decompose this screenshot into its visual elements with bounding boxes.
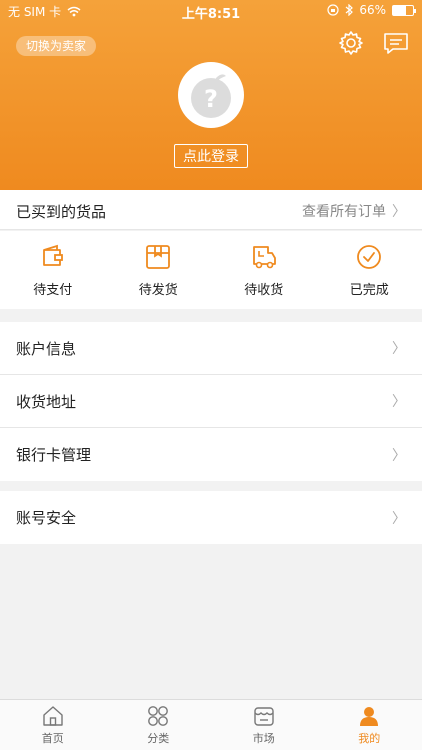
chevron-right-icon: 〉 (392, 394, 406, 410)
order-pending-shipment[interactable]: 待发货 (106, 231, 212, 309)
status-right: 66% (327, 3, 416, 17)
gear-icon[interactable] (338, 30, 364, 56)
order-item-label: 待支付 (33, 282, 73, 298)
avatar-icon: ? (191, 74, 231, 118)
menu-item-shipping-address[interactable]: 收货地址 〉 (0, 375, 422, 428)
chevron-right-icon: 〉 (392, 447, 406, 464)
orders-title: 已买到的货品 (16, 203, 107, 221)
battery-icon (392, 4, 416, 16)
battery-percent: 66% (359, 3, 386, 17)
wallet-icon (42, 244, 63, 266)
orders-header: 已买到的货品 查看所有订单 〉 (0, 190, 422, 230)
tab-category[interactable]: 分类 (106, 700, 212, 750)
tab-mine[interactable]: 我的 (317, 700, 422, 750)
view-all-orders-link[interactable]: 查看所有订单 〉 (302, 201, 406, 221)
battery-level (393, 5, 407, 15)
switch-to-seller-button[interactable]: 切换为卖家 (16, 36, 97, 56)
bluetooth-icon (345, 4, 354, 16)
orientation-lock-icon (327, 4, 339, 16)
menu-item-label: 账号安全 (16, 509, 77, 527)
tab-home[interactable]: 首页 (0, 700, 106, 750)
menu-item-label: 账户信息 (16, 339, 77, 358)
truck-icon (252, 245, 276, 268)
message-icon[interactable] (383, 31, 409, 57)
order-item-label: 待收货 (244, 282, 284, 298)
order-item-label: 已完成 (349, 282, 389, 298)
tab-market[interactable]: 市场 (211, 700, 317, 750)
order-item-label: 待发货 (138, 282, 178, 298)
user-icon (360, 707, 379, 726)
tab-label: 我的 (358, 732, 381, 745)
order-pending-receipt[interactable]: 待收货 (211, 231, 317, 309)
login-button[interactable]: 点此登录 (174, 144, 248, 168)
tab-bar: 首页 分类 市场 我的 (0, 699, 422, 750)
menu-item-account-security[interactable]: 账号安全 〉 (0, 491, 422, 544)
box-icon (146, 244, 171, 269)
tab-label: 首页 (41, 732, 64, 745)
chevron-right-icon: 〉 (392, 204, 406, 220)
view-all-orders-label: 查看所有订单 (302, 204, 386, 220)
menu-item-bank-card[interactable]: 银行卡管理 〉 (0, 428, 422, 481)
market-icon (254, 707, 274, 726)
avatar[interactable]: ? (178, 62, 244, 128)
status-bar: 无 SIM 卡 上午8:51 66% (0, 0, 422, 22)
order-status-row: 待支付 待发货 待收货 已完成 (0, 231, 422, 309)
menu-item-label: 银行卡管理 (16, 446, 92, 464)
tab-label: 市场 (252, 732, 275, 745)
category-icon (148, 706, 169, 726)
menu-item-account-info[interactable]: 账户信息 〉 (0, 322, 422, 375)
home-icon (43, 706, 63, 726)
chevron-right-icon: 〉 (392, 341, 406, 357)
order-completed[interactable]: 已完成 (317, 231, 422, 309)
chevron-right-icon: 〉 (392, 510, 406, 527)
svg-text:?: ? (204, 85, 218, 113)
order-pending-payment[interactable]: 待支付 (0, 231, 106, 309)
check-circle-icon (357, 244, 382, 269)
tab-label: 分类 (147, 732, 170, 745)
menu-item-label: 收货地址 (16, 392, 77, 411)
menu-group-account: 账户信息 〉 收货地址 〉 银行卡管理 〉 (0, 322, 422, 481)
menu-group-security: 账号安全 〉 (0, 491, 422, 544)
profile-header: 无 SIM 卡 上午8:51 66% 切换为卖家 ? 点此登录 (0, 0, 422, 190)
